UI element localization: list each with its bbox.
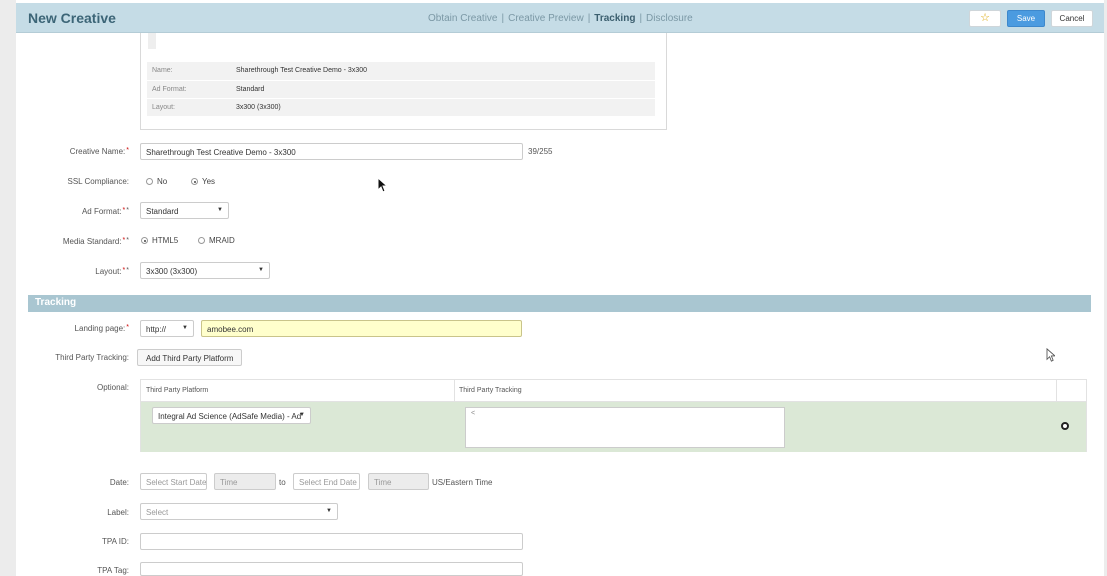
creative-summary: Name: Sharethrough Test Creative Demo - … xyxy=(147,62,655,116)
creative-name-input[interactable]: Sharethrough Test Creative Demo - 3x300 xyxy=(140,143,523,160)
creative-name-counter: 39/255 xyxy=(528,147,553,156)
platform-select[interactable]: Integral Ad Science (AdSafe Media) - Ad ▼ xyxy=(152,407,311,424)
date-label: Date: xyxy=(109,478,129,487)
caret-down-icon: ▼ xyxy=(326,508,332,514)
cancel-button[interactable]: Cancel xyxy=(1051,10,1093,27)
summary-value: 3x300 (3x300) xyxy=(236,104,281,111)
media-mraid-radio[interactable]: MRAID xyxy=(198,236,235,245)
layout-label: Layout:** xyxy=(95,267,129,276)
landing-page-url-input[interactable]: amobee.com xyxy=(201,320,522,337)
tracking-textarea[interactable]: < xyxy=(465,407,785,448)
caret-down-icon: ▼ xyxy=(217,207,223,213)
summary-key: Ad Format: xyxy=(152,86,187,93)
creative-preview-panel: Name: Sharethrough Test Creative Demo - … xyxy=(140,33,667,130)
wizard-steps: Obtain Creative | Creative Preview | Trackin… xyxy=(428,13,693,24)
radio-checked-icon xyxy=(191,178,198,185)
ssl-yes-radio[interactable]: Yes xyxy=(191,177,215,186)
ad-format-select[interactable]: Standard ▼ xyxy=(140,202,229,219)
start-date-input[interactable]: Select Start Date xyxy=(140,473,207,490)
add-third-party-platform-button[interactable]: Add Third Party Platform xyxy=(137,349,243,366)
save-button[interactable]: Save xyxy=(1007,10,1045,27)
favorite-button[interactable]: ☆ xyxy=(969,10,1001,27)
landing-page-label: Landing page:* xyxy=(74,324,129,333)
caret-down-icon: ▼ xyxy=(299,412,305,418)
protocol-select[interactable]: http://▼ xyxy=(140,320,194,337)
remove-row-icon[interactable] xyxy=(1061,422,1069,430)
step-separator: | xyxy=(587,13,591,24)
page-title: New Creative xyxy=(28,10,116,26)
tpa-id-label: TPA ID: xyxy=(102,537,129,546)
summary-row: Ad Format: Standard xyxy=(147,80,655,98)
step-disclosure[interactable]: Disclosure xyxy=(646,13,693,24)
column-header-platform: Third Party Platform xyxy=(146,387,209,394)
timezone-text: US/Eastern Time xyxy=(432,478,493,487)
date-range-to: to xyxy=(279,478,286,487)
caret-down-icon: ▼ xyxy=(182,325,188,331)
caret-down-icon: ▼ xyxy=(258,267,264,273)
summary-key: Layout: xyxy=(152,104,175,111)
optional-label: Optional: xyxy=(96,383,129,392)
table-header: Third Party Platform Third Party Trackin… xyxy=(141,380,1086,402)
media-html5-radio[interactable]: HTML5 xyxy=(141,236,178,245)
column-divider xyxy=(454,380,455,402)
step-separator: | xyxy=(639,13,643,24)
column-header-tracking: Third Party Tracking xyxy=(459,387,522,394)
summary-key: Name: xyxy=(152,67,173,74)
star-icon: ☆ xyxy=(980,12,990,24)
tpa-tag-label: TPA Tag: xyxy=(97,566,129,575)
mouse-pointer-icon xyxy=(377,177,387,193)
third-party-table: Third Party Platform Third Party Trackin… xyxy=(140,379,1087,452)
step-obtain-creative[interactable]: Obtain Creative xyxy=(428,13,497,24)
step-creative-preview[interactable]: Creative Preview xyxy=(508,13,584,24)
step-separator: | xyxy=(501,13,505,24)
ssl-no-radio[interactable]: No xyxy=(146,177,167,186)
radio-icon xyxy=(146,178,153,185)
label-field-label: Label: xyxy=(107,508,129,517)
ssl-compliance-label: SSL Compliance: xyxy=(67,177,129,186)
summary-value: Sharethrough Test Creative Demo - 3x300 xyxy=(236,67,367,74)
radio-icon xyxy=(198,237,205,244)
table-row: Integral Ad Science (AdSafe Media) - Ad ▼… xyxy=(141,402,1086,452)
preview-placeholder xyxy=(148,33,156,49)
page-header: New Creative Obtain Creative | Creative Pr… xyxy=(16,3,1104,33)
end-date-input[interactable]: Select End Date xyxy=(293,473,360,490)
tracking-section-header: Tracking xyxy=(28,295,1091,312)
media-standard-label: Media Standard:** xyxy=(62,237,129,246)
ad-format-label: Ad Format:** xyxy=(81,207,129,216)
step-tracking[interactable]: Tracking xyxy=(594,13,635,24)
third-party-tracking-label: Third Party Tracking: xyxy=(55,353,129,362)
summary-value: Standard xyxy=(236,86,265,93)
summary-row: Layout: 3x300 (3x300) xyxy=(147,98,655,116)
summary-row: Name: Sharethrough Test Creative Demo - … xyxy=(147,62,655,80)
label-select[interactable]: Select ▼ xyxy=(140,503,338,520)
start-time-input[interactable]: Time xyxy=(214,473,276,490)
layout-select[interactable]: 3x300 (3x300) ▼ xyxy=(140,262,270,279)
mouse-pointer-icon xyxy=(1046,348,1055,362)
tpa-tag-input[interactable] xyxy=(140,562,523,576)
column-divider xyxy=(1056,380,1057,402)
end-time-input[interactable]: Time xyxy=(368,473,429,490)
tpa-id-input[interactable] xyxy=(140,533,523,550)
creative-name-label: Creative Name:* xyxy=(69,147,129,156)
radio-checked-icon xyxy=(141,237,148,244)
